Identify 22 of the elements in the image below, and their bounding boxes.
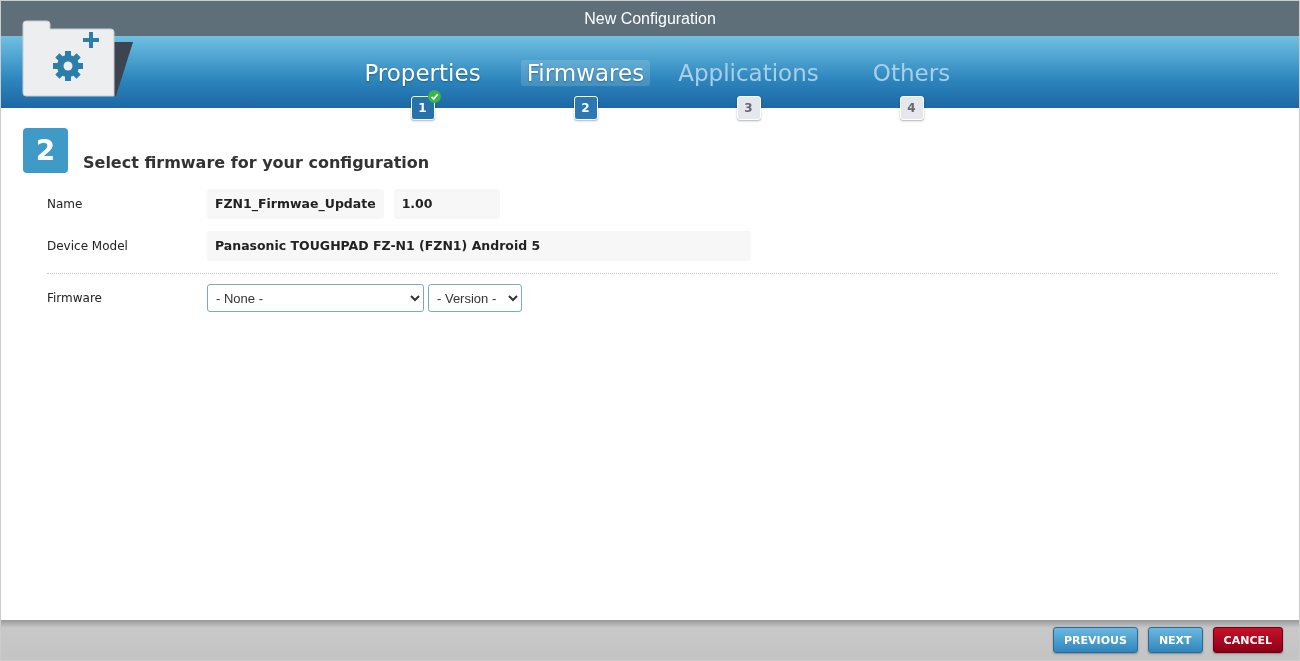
nav-button[interactable]: NEXT [1147,627,1203,653]
window-title: New Configuration [1,1,1299,36]
firmware-dropdown[interactable]: - None - [207,284,424,312]
check-icon [428,90,441,103]
field-label: Firmware [47,291,103,305]
device-model-field: Panasonic TOUGHPAD FZ-N1 (FZN1) Android 5 [207,231,751,261]
field-label: Name [47,197,84,211]
section-heading: Select firmware for your configuration [83,153,430,172]
step-tab[interactable]: Properties [358,60,487,86]
version-field: 1.00 [393,189,500,219]
field-label: Device Model [47,239,129,253]
version-dropdown[interactable]: - Version - [428,284,522,312]
step-number: 2 [573,96,598,120]
step-number: 4 [899,96,924,120]
step-badge: 2 [23,128,68,173]
step-number: 3 [736,96,761,120]
nav-button[interactable]: PREVIOUS [1053,627,1138,653]
step-number: 1 [410,96,435,120]
folder-gear-icon [21,20,136,98]
name-field: FZN1_Firmwae_Update [207,189,384,219]
step-tab[interactable]: Firmwares [520,60,651,86]
cancel-button[interactable]: CANCEL [1212,627,1283,653]
